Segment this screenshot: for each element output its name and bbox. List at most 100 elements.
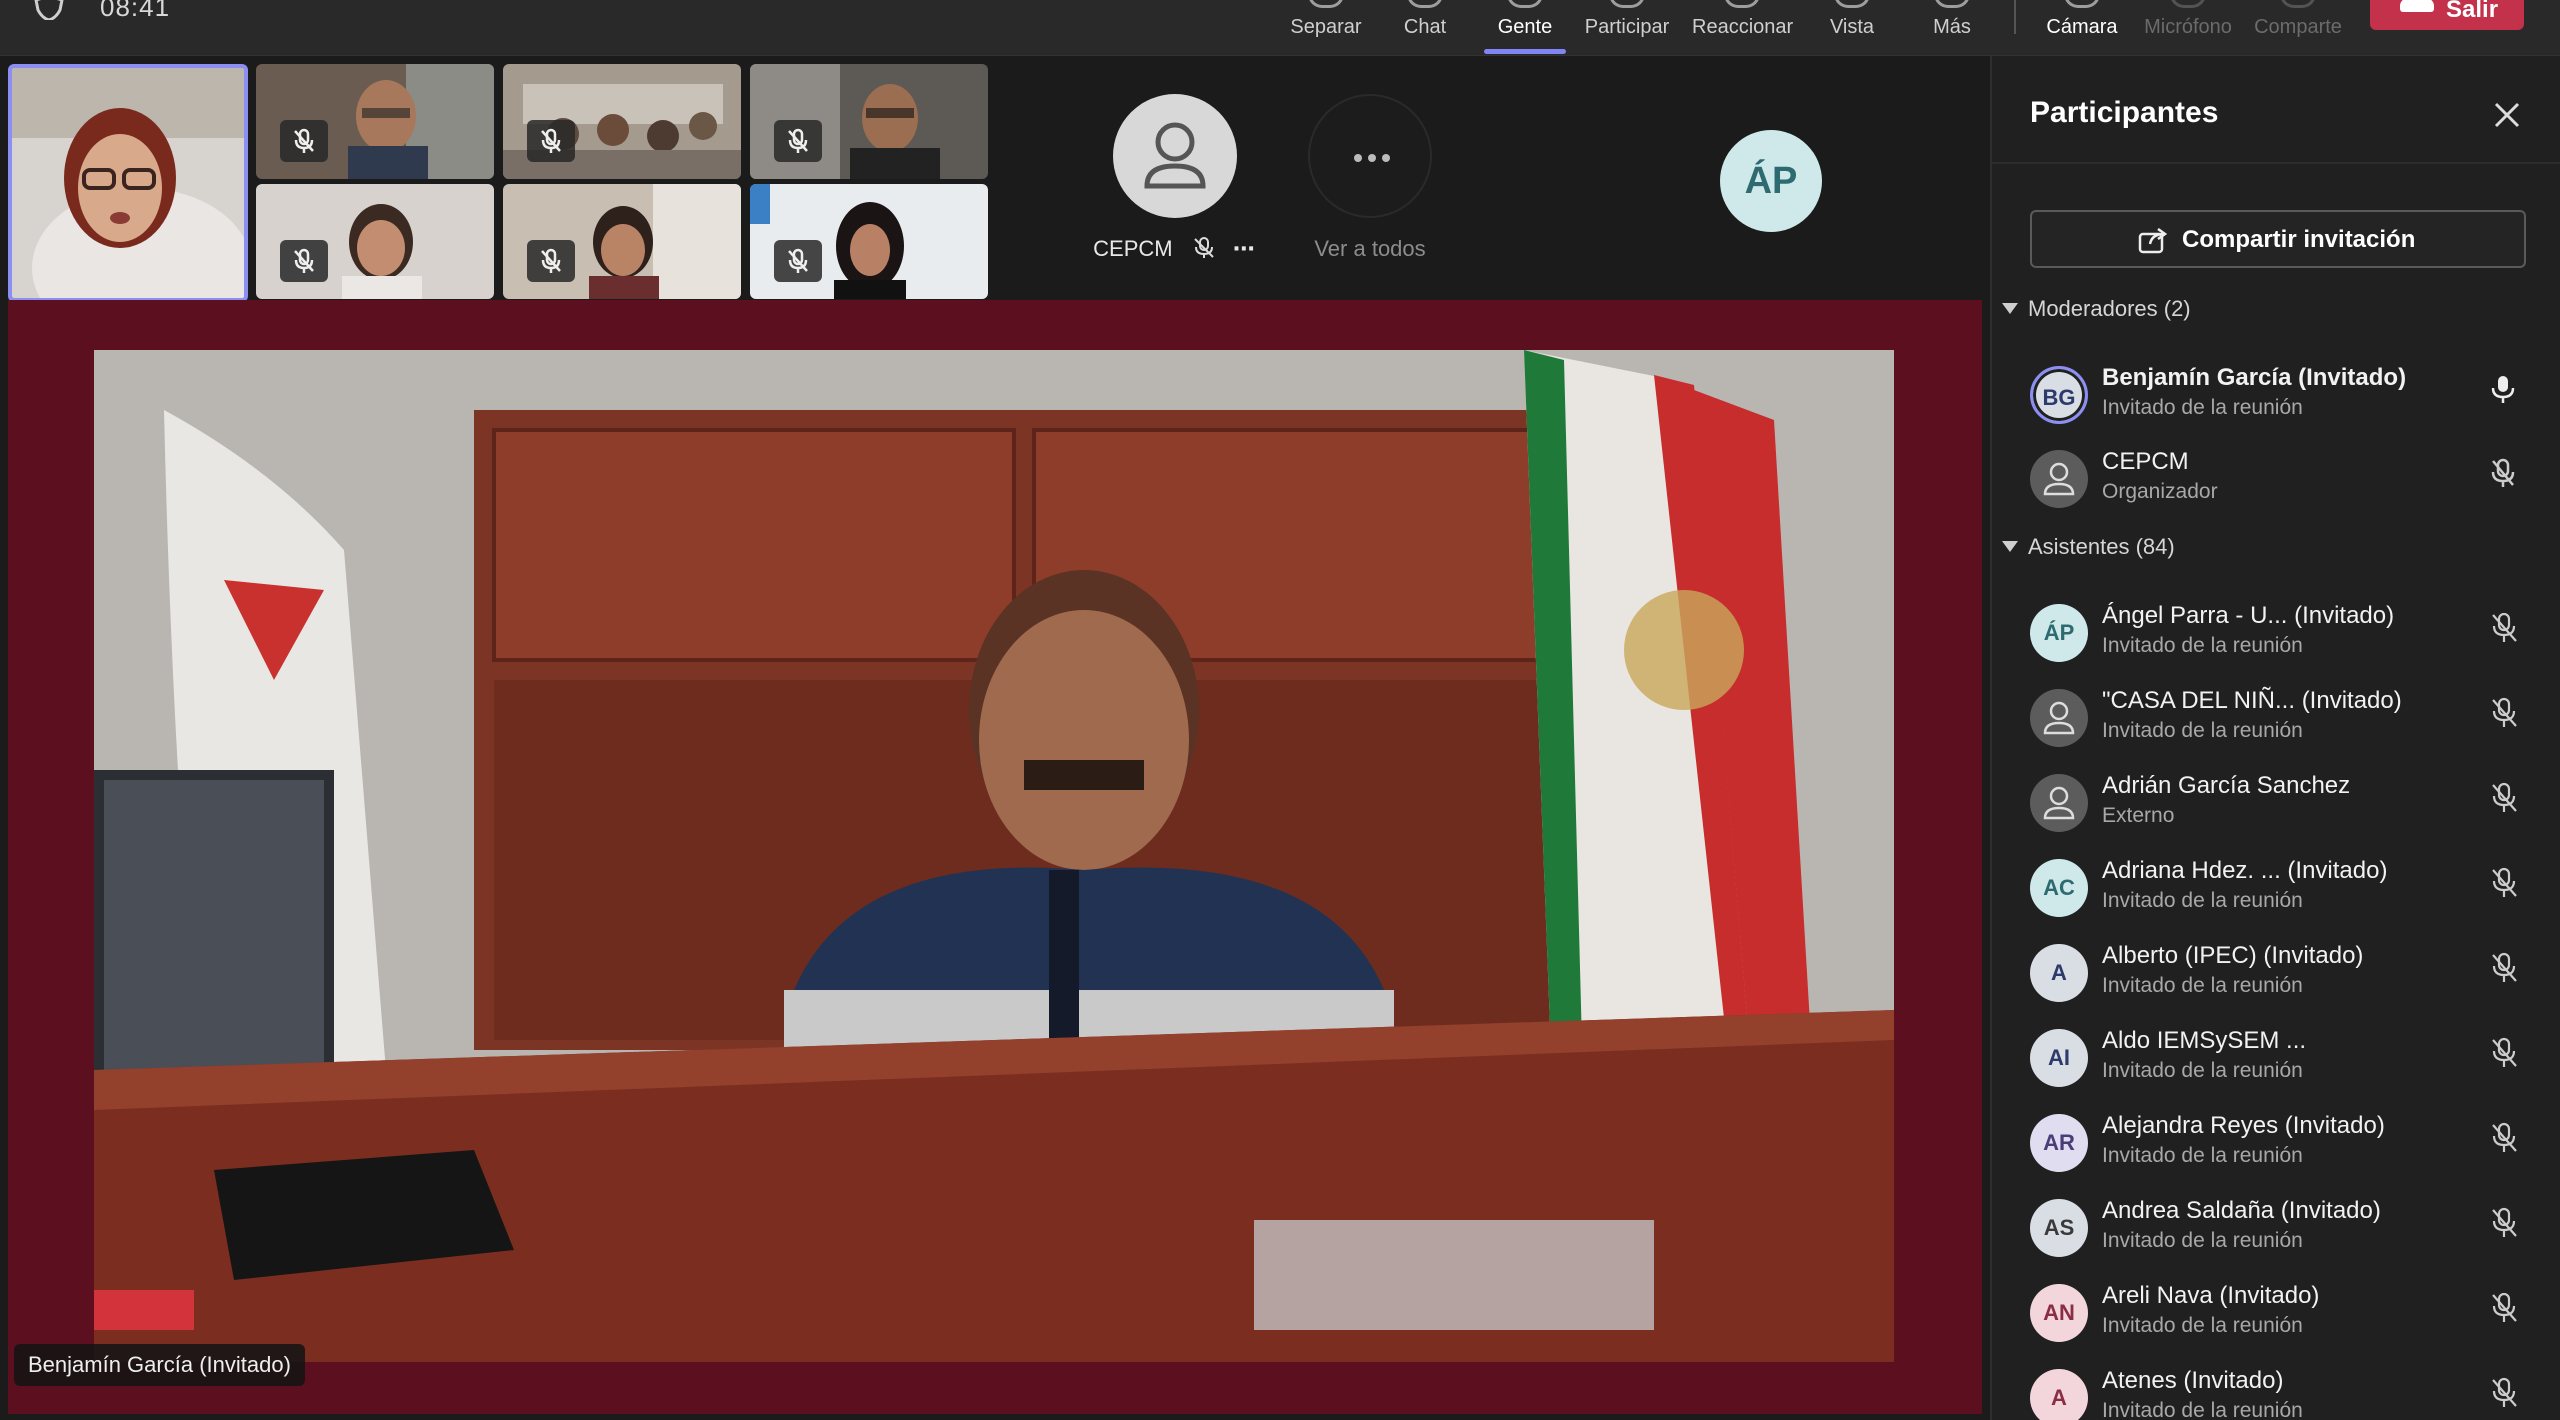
participant-row[interactable]: AI Aldo IEMSySEM ... Invitado de la reun… (1992, 1021, 2560, 1105)
microphone-off-icon[interactable] (2490, 782, 2520, 814)
microphone-off-icon[interactable] (2490, 867, 2520, 899)
participant-row[interactable]: "CASA DEL NIÑ... (Invitado) Invitado de … (1992, 681, 2560, 765)
toolbar-label: Reaccionar (1692, 16, 1794, 38)
toolbar-label: Chat (1403, 16, 1447, 38)
microphone-off-icon[interactable] (2490, 1037, 2520, 1069)
participant-role: Invitado de la reunión (2102, 889, 2303, 912)
microphone-off-icon (788, 248, 808, 273)
video-thumbnail[interactable] (750, 184, 988, 299)
toolbar-label: Más (1933, 16, 1971, 38)
microphone-off-icon[interactable] (2490, 1377, 2520, 1409)
muted-mic-badge (280, 240, 328, 282)
leave-button[interactable]: Salir (2370, 0, 2524, 30)
leave-label: Salir (2446, 0, 2499, 23)
ellipsis-icon (1308, 94, 1432, 218)
active-tab-indicator (1484, 49, 1566, 54)
hang-up-icon (2400, 0, 2434, 12)
toolbar-split-button[interactable]: Separar (1276, 0, 1376, 56)
participant-row[interactable]: AR Alejandra Reyes (Invitado) Invitado d… (1992, 1106, 2560, 1190)
share-screen-icon (2280, 0, 2316, 8)
participant-role: Invitado de la reunión (2102, 719, 2303, 742)
muted-mic-badge (774, 240, 822, 282)
avatar: AR (2030, 1114, 2088, 1172)
participant-name: "CASA DEL NIÑ... (Invitado) (2102, 687, 2402, 714)
attendees-section-toggle[interactable]: Asistentes (84) (2002, 534, 2175, 560)
participant-row[interactable]: AC Adriana Hdez. ... (Invitado) Invitado… (1992, 851, 2560, 935)
participant-name: Ángel Parra - U... (Invitado) (2102, 602, 2395, 629)
participant-row[interactable]: CEPCM Organizador (1992, 442, 2560, 526)
participant-role: Invitado de la reunión (2102, 1229, 2303, 1252)
toolbar-label: Vista (1829, 16, 1875, 38)
microphone-icon (2170, 0, 2206, 8)
avatar: A (2030, 944, 2088, 1002)
video-thumbnail-speaker[interactable] (8, 64, 248, 302)
microphone-off-icon[interactable] (2490, 458, 2516, 488)
ellipsis-icon[interactable]: ⋯ (1233, 236, 1257, 261)
microphone-off-icon (788, 128, 808, 153)
participant-row[interactable]: A Atenes (Invitado) Invitado de la reuni… (1992, 1361, 2560, 1420)
participant-row[interactable]: AS Andrea Saldaña (Invitado) Invitado de… (1992, 1191, 2560, 1275)
participant-role: Invitado de la reunión (2102, 396, 2303, 419)
participant-row[interactable]: ÁP Ángel Parra - U... (Invitado) Invitad… (1992, 596, 2560, 680)
muted-mic-badge (774, 120, 822, 162)
attendees-label: Asistentes (84) (2028, 534, 2175, 559)
speaker-video-image (94, 350, 1894, 1362)
close-icon[interactable] (2490, 98, 2524, 132)
share-invitation-label: Compartir invitación (2182, 226, 2416, 253)
toolbar-people-button[interactable]: Gente (1475, 0, 1575, 56)
meeting-stage: CEPCM ⋯ Ver a todos ÁP (0, 56, 1990, 1420)
toolbar-react-button[interactable]: Reaccionar (1692, 0, 1794, 56)
video-thumbnail[interactable] (750, 64, 988, 179)
avatar (2030, 450, 2088, 508)
toolbar-label: Cámara (2046, 16, 2118, 38)
participant-row[interactable]: AN Areli Nava (Invitado) Invitado de la … (1992, 1276, 2560, 1360)
video-thumbnail[interactable] (503, 64, 741, 179)
avatar: ÁP (2030, 604, 2088, 662)
toolbar-label: Gente (1497, 16, 1553, 38)
participant-row[interactable]: A Alberto (IPEC) (Invitado) Invitado de … (1992, 936, 2560, 1020)
toolbar-share-button[interactable]: Comparte (2248, 0, 2348, 56)
view-icon (1834, 0, 1870, 8)
participant-role: Invitado de la reunión (2102, 1059, 2303, 1082)
video-thumbnail[interactable] (256, 64, 494, 179)
person-icon (1113, 94, 1237, 218)
speaker-video-feed (94, 350, 1894, 1362)
floating-avatar[interactable]: ÁP (1720, 130, 1822, 232)
microphone-off-icon (294, 248, 314, 273)
microphone-off-icon[interactable] (2490, 1122, 2520, 1154)
microphone-off-icon[interactable] (2490, 1292, 2520, 1324)
toolbar-label: Participar (1584, 16, 1670, 38)
participant-role: Invitado de la reunión (2102, 634, 2303, 657)
main-speaker-video[interactable] (8, 300, 1982, 1414)
participant-row[interactable]: Adrián García Sanchez Externo (1992, 766, 2560, 850)
microphone-off-icon[interactable] (2490, 1207, 2520, 1239)
video-thumbnail[interactable] (503, 184, 741, 299)
toolbar-camera-button[interactable]: Cámara (2032, 0, 2132, 56)
muted-mic-badge (527, 120, 575, 162)
meeting-clock: 08:41 (100, 0, 171, 22)
moderators-section-toggle[interactable]: Moderadores (2) (2002, 296, 2191, 322)
toolbar-view-button[interactable]: Vista (1802, 0, 1902, 56)
microphone-icon[interactable] (2490, 374, 2516, 404)
shield-icon (34, 0, 64, 20)
microphone-off-icon[interactable] (2490, 612, 2520, 644)
muted-mic-badge (527, 240, 575, 282)
toolbar-more-button[interactable]: Más (1902, 0, 2002, 56)
microphone-off-icon[interactable] (2490, 697, 2520, 729)
participant-row[interactable]: BG Benjamín García (Invitado) Invitado d… (1992, 358, 2560, 442)
participant-role: Invitado de la reunión (2102, 1399, 2303, 1420)
participant-role: Invitado de la reunión (2102, 974, 2303, 997)
toolbar-microphone-button[interactable]: Micrófono (2138, 0, 2238, 56)
avatar: BG (2030, 366, 2088, 424)
microphone-off-icon[interactable] (2490, 952, 2520, 984)
toolbar-raise-hand-button[interactable]: Participar (1577, 0, 1677, 56)
video-thumbnail[interactable] (256, 184, 494, 299)
tile-cepcm[interactable]: CEPCM ⋯ (1080, 94, 1270, 262)
more-icon (1934, 0, 1970, 8)
tile-see-all[interactable]: Ver a todos (1270, 94, 1470, 262)
toolbar-chat-button[interactable]: Chat (1375, 0, 1475, 56)
share-invitation-button[interactable]: Compartir invitación (2030, 210, 2526, 268)
participant-role: Invitado de la reunión (2102, 1314, 2303, 1337)
avatar: AS (2030, 1199, 2088, 1257)
microphone-off-icon (1194, 237, 1214, 258)
